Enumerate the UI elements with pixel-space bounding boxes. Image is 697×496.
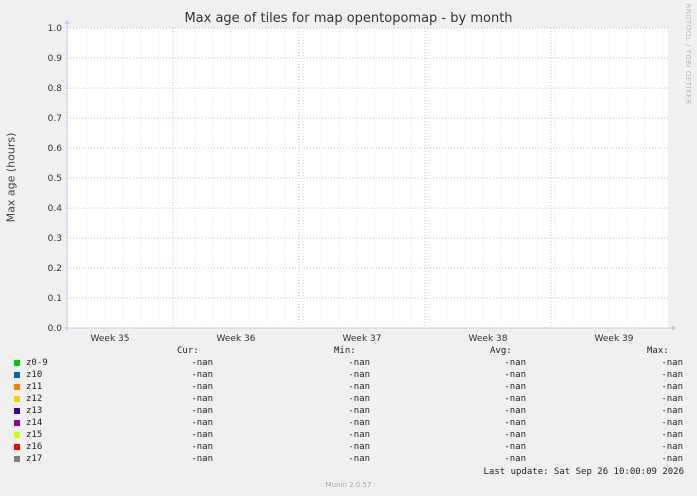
legend-value-avg: -nan: [504, 406, 526, 416]
legend-value-cur: -nan: [191, 442, 213, 452]
legend-value-min: -nan: [348, 382, 370, 392]
legend-header-max: Max:: [647, 346, 669, 356]
legend-series-name: z17: [26, 454, 43, 464]
legend-value-cur: -nan: [191, 358, 213, 368]
legend-swatch: [14, 372, 20, 378]
legend-value-max: -nan: [661, 382, 683, 392]
legend-series-name: z0-9: [26, 358, 48, 368]
legend-value-min: -nan: [348, 370, 370, 380]
legend-header-avg: Avg:: [490, 346, 512, 356]
legend-swatch: [14, 444, 20, 450]
y-tick-label: 0.5: [48, 174, 62, 184]
legend-series-name: z13: [26, 406, 43, 416]
legend-value-min: -nan: [348, 394, 370, 404]
legend-value-cur: -nan: [191, 394, 213, 404]
legend-row-z17: z17 -nan -nan -nan -nan: [0, 454, 697, 466]
legend-swatch: [14, 432, 20, 438]
legend-value-max: -nan: [661, 430, 683, 440]
legend-value-max: -nan: [661, 394, 683, 404]
y-tick-label: 0.7: [48, 114, 62, 124]
legend-value-max: -nan: [661, 370, 683, 380]
legend-value-min: -nan: [348, 358, 370, 368]
legend-swatch: [14, 360, 20, 366]
legend-value-avg: -nan: [504, 370, 526, 380]
legend-value-max: -nan: [661, 442, 683, 452]
legend-header-cur: Cur:: [177, 346, 199, 356]
legend-value-max: -nan: [661, 454, 683, 464]
legend-row-z10: z10 -nan -nan -nan -nan: [0, 370, 697, 382]
y-tick-label: 0.4: [48, 204, 63, 214]
legend-value-avg: -nan: [504, 382, 526, 392]
legend-swatch: [14, 420, 20, 426]
y-axis-arrow: [64, 20, 70, 24]
legend-series-name: z14: [26, 418, 43, 428]
legend-swatch: [14, 384, 20, 390]
legend-value-min: -nan: [348, 454, 370, 464]
legend-value-avg: -nan: [504, 442, 526, 452]
y-tick-label: 0.6: [48, 144, 63, 154]
y-tick-label: 0.1: [48, 294, 62, 304]
legend-value-avg: -nan: [504, 454, 526, 464]
x-tick-labels: Week 35 Week 36 Week 37 Week 38 Week 39: [91, 334, 634, 344]
legend-value-max: -nan: [661, 418, 683, 428]
y-tick-label: 0.8: [48, 84, 63, 94]
legend-row-z13: z13 -nan -nan -nan -nan: [0, 406, 697, 418]
legend-value-avg: -nan: [504, 430, 526, 440]
y-tick-label: 1.0: [48, 24, 63, 34]
legend-value-avg: -nan: [504, 418, 526, 428]
legend-row-z0-9: z0-9 -nan -nan -nan -nan: [0, 358, 697, 370]
x-tick-label: Week 36: [217, 334, 256, 344]
legend-value-cur: -nan: [191, 454, 213, 464]
legend-value-min: -nan: [348, 442, 370, 452]
x-tick-label: Week 38: [469, 334, 508, 344]
legend-value-cur: -nan: [191, 430, 213, 440]
legend-value-avg: -nan: [504, 358, 526, 368]
y-tick-label: 0.0: [48, 324, 63, 334]
legend-series-name: z12: [26, 394, 43, 404]
x-tick-label: Week 39: [595, 334, 634, 344]
legend-value-cur: -nan: [191, 418, 213, 428]
munin-version: Munin 2.0.57: [325, 481, 372, 489]
legend-swatch: [14, 456, 20, 462]
legend-row-z16: z16 -nan -nan -nan -nan: [0, 442, 697, 454]
x-axis-arrow: [672, 325, 676, 331]
legend-series-name: z15: [26, 430, 43, 440]
legend-value-min: -nan: [348, 418, 370, 428]
legend-row-z14: z14 -nan -nan -nan -nan: [0, 418, 697, 430]
y-tick-label: 0.9: [48, 54, 63, 64]
legend-value-min: -nan: [348, 430, 370, 440]
legend-value-min: -nan: [348, 406, 370, 416]
legend-row-z11: z11 -nan -nan -nan -nan: [0, 382, 697, 394]
x-tick-label: Week 35: [91, 334, 130, 344]
legend-value-max: -nan: [661, 406, 683, 416]
legend-value-cur: -nan: [191, 406, 213, 416]
legend-row-z12: z12 -nan -nan -nan -nan: [0, 394, 697, 406]
y-tick-label: 0.2: [48, 264, 62, 274]
legend-header-min: Min:: [334, 346, 356, 356]
legend-swatch: [14, 408, 20, 414]
last-update: Last update: Sat Sep 26 10:00:09 2026: [483, 467, 684, 477]
legend-swatch: [14, 396, 20, 402]
legend-value-cur: -nan: [191, 382, 213, 392]
legend-series-name: z11: [26, 382, 43, 392]
legend-value-cur: -nan: [191, 370, 213, 380]
y-tick-labels: 0.0 0.1 0.2 0.3 0.4 0.5 0.6 0.7 0.8 0.9 1.0: [48, 24, 63, 334]
legend-row-z15: z15 -nan -nan -nan -nan: [0, 430, 697, 442]
legend-value-avg: -nan: [504, 394, 526, 404]
y-tick-label: 0.3: [48, 234, 62, 244]
legend-value-max: -nan: [661, 358, 683, 368]
legend-series-name: z10: [26, 370, 43, 380]
chart-area: 0.0 0.1 0.2 0.3 0.4 0.5 0.6 0.7 0.8 0.9 1.0 Week 3…: [48, 20, 676, 344]
x-tick-label: Week 37: [343, 334, 382, 344]
legend-series-name: z16: [26, 442, 43, 452]
